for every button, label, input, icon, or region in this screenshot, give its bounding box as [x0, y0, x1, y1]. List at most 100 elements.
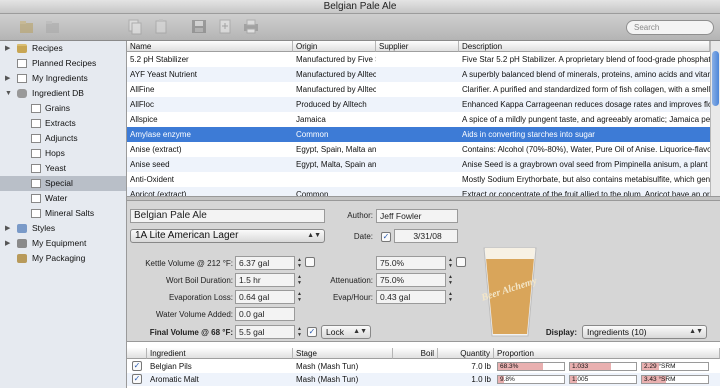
boil-duration-field[interactable]: 1.5 hr: [235, 273, 295, 287]
evap-hour-field[interactable]: 0.43 gal: [376, 290, 446, 304]
style-popup[interactable]: 1A Lite American Lager ▲▼: [130, 229, 325, 243]
table-row-selected[interactable]: Amylase enzyme Common Aids in converting s…: [127, 127, 710, 142]
kettle-volume-stepper[interactable]: ▲ ▼: [296, 257, 303, 269]
table-row[interactable]: Allspice Jamaica A spice of a mildly punge…: [127, 112, 710, 127]
sidebar-item-water[interactable]: Water: [0, 191, 126, 206]
popup-arrows-icon: ▲▼: [353, 328, 367, 335]
scrollbar-thumb[interactable]: [712, 51, 719, 106]
save-icon[interactable]: [190, 18, 208, 35]
boil-duration-stepper[interactable]: ▲ ▼: [296, 274, 303, 286]
date-checkbox[interactable]: ✓: [381, 232, 391, 242]
ingredients-table: Ingredient Stage Boil Quantity Proportio…: [127, 342, 720, 388]
column-header-quantity[interactable]: Quantity: [438, 348, 494, 359]
print-icon[interactable]: [242, 18, 260, 35]
kettle-volume-label: Kettle Volume @ 212 °F:: [145, 259, 233, 268]
column-header-proportion[interactable]: Proportion: [494, 348, 720, 359]
sidebar-item-my-packaging[interactable]: My Packaging: [0, 251, 126, 266]
main-panel: Name Origin Supplier Description 5.2 pH …: [127, 41, 720, 388]
sidebar-item-my-equipment[interactable]: ▶ My Equipment: [0, 236, 126, 251]
kettle-percent-field[interactable]: 75.0%: [376, 256, 446, 270]
display-popup[interactable]: Ingredients (10) ▲▼: [582, 325, 707, 339]
attenuation-stepper[interactable]: ▲ ▼: [447, 274, 454, 286]
equipment-icon: [17, 239, 27, 248]
final-volume-field[interactable]: 5.5 gal: [235, 325, 295, 339]
lock-checkbox[interactable]: ✓: [307, 327, 317, 337]
ingredient-checkbox[interactable]: ✓: [132, 374, 142, 384]
date-label: Date:: [353, 232, 373, 241]
sidebar-item-ingredient-db[interactable]: ▼ Ingredient DB: [0, 86, 126, 101]
column-header-origin[interactable]: Origin: [293, 41, 376, 52]
new-recipe-icon[interactable]: [18, 18, 36, 35]
evap-hour-stepper[interactable]: ▲ ▼: [447, 291, 454, 303]
water-added-label: Water Volume Added:: [155, 310, 233, 319]
color-bar: 3.43 °SRM: [641, 375, 709, 384]
sidebar-item-planned-recipes[interactable]: Planned Recipes: [0, 56, 126, 71]
sidebar-item-special[interactable]: Special: [0, 176, 126, 191]
paste-icon[interactable]: [152, 18, 170, 35]
sidebar-item-my-ingredients[interactable]: ▶ My Ingredients: [0, 71, 126, 86]
date-field[interactable]: 3/31/08: [394, 229, 458, 243]
author-field[interactable]: Jeff Fowler: [376, 209, 458, 223]
lock-popup[interactable]: Lock ▲▼: [321, 325, 371, 339]
evaporation-loss-field[interactable]: 0.64 gal: [235, 290, 295, 304]
table-row[interactable]: AllFine Manufactured by Alltech Clarifier.…: [127, 82, 710, 97]
column-header-stage[interactable]: Stage: [293, 348, 393, 359]
column-header-name[interactable]: Name: [127, 41, 293, 52]
column-header-boil[interactable]: Boil: [393, 348, 438, 359]
sidebar-item-hops[interactable]: Hops: [0, 146, 126, 161]
folder-icon: [17, 44, 27, 53]
ingredient-row[interactable]: ✓ Aromatic Malt Mash (Mash Tun) 1.0 lb 9…: [127, 373, 720, 386]
recipe-name-field[interactable]: Belgian Pale Ale: [130, 209, 325, 223]
attenuation-field[interactable]: 75.0%: [376, 273, 446, 287]
document-icon: [31, 119, 41, 128]
table-row[interactable]: Anti-Oxident Mostly Sodium Erythorbate, b…: [127, 172, 710, 187]
ingredient-row[interactable]: ✓ Belgian Pils Mash (Mash Tun) 7.0 lb 68…: [127, 360, 720, 373]
kettle-volume-field[interactable]: 6.37 gal: [235, 256, 295, 270]
table-row[interactable]: AYF Yeast Nutrient Manufactured by Alltec…: [127, 67, 710, 82]
table-scrollbar[interactable]: [710, 41, 720, 196]
evaporation-loss-stepper[interactable]: ▲ ▼: [296, 291, 303, 303]
disclosure-triangle-icon[interactable]: ▼: [5, 86, 13, 101]
document-icon: [31, 104, 41, 113]
disclosure-triangle-icon[interactable]: ▶: [5, 41, 13, 56]
ingredient-table: Name Origin Supplier Description 5.2 pH …: [127, 41, 710, 196]
column-header-ingredient[interactable]: Ingredient: [147, 348, 293, 359]
color-bar: 2.29 °SRM: [641, 362, 709, 371]
export-icon[interactable]: [216, 18, 234, 35]
sidebar-item-adjuncts[interactable]: Adjuncts: [0, 131, 126, 146]
evap-hour-label: Evap/Hour:: [332, 293, 373, 302]
proportion-bar: 68.3%: [497, 362, 565, 371]
sidebar-item-yeast[interactable]: Yeast: [0, 161, 126, 176]
table-row[interactable]: AllFloc Produced by Alltech Enhanced Kappa…: [127, 97, 710, 112]
column-header-check: [127, 348, 147, 359]
disclosure-triangle-icon[interactable]: ▶: [5, 71, 13, 86]
kettle-volume-checkbox[interactable]: [305, 257, 315, 267]
sidebar-item-extracts[interactable]: Extracts: [0, 116, 126, 131]
kettle-percent-checkbox[interactable]: [456, 257, 466, 267]
sidebar-item-recipes[interactable]: ▶ Recipes: [0, 41, 126, 56]
table-row[interactable]: 5.2 pH StabilizerManufactured by Five St…: [127, 52, 710, 67]
final-volume-stepper[interactable]: ▲ ▼: [296, 326, 303, 338]
sidebar-item-grains[interactable]: Grains: [0, 101, 126, 116]
disclosure-triangle-icon[interactable]: ▶: [5, 236, 13, 251]
water-added-field[interactable]: 0.0 gal: [235, 307, 295, 321]
search-input[interactable]: Search: [626, 20, 714, 35]
kettle-percent-stepper[interactable]: ▲ ▼: [447, 257, 454, 269]
table-row[interactable]: Apricot (extract) Common Extract or concen…: [127, 187, 710, 196]
packaging-icon: [17, 254, 27, 263]
column-header-description[interactable]: Description: [459, 41, 710, 52]
ingredient-checkbox[interactable]: ✓: [132, 361, 142, 371]
sidebar-item-mineral-salts[interactable]: Mineral Salts: [0, 206, 126, 221]
document-icon: [31, 194, 41, 203]
attenuation-label: Attenuation:: [330, 276, 373, 285]
copy-icon[interactable]: [126, 18, 144, 35]
document-icon: [17, 59, 27, 68]
column-header-supplier[interactable]: Supplier: [376, 41, 459, 52]
sidebar-item-styles[interactable]: ▶ Styles: [0, 221, 126, 236]
final-volume-label: Final Volume @ 68 °F:: [149, 328, 233, 337]
table-row[interactable]: Anise seedEgypt, Malta, Spain and ...Ani…: [127, 157, 710, 172]
document-icon: [31, 134, 41, 143]
new-folder-icon[interactable]: [44, 18, 62, 35]
disclosure-triangle-icon[interactable]: ▶: [5, 221, 13, 236]
table-row[interactable]: Anise (extract)Egypt, Spain, Malta and .…: [127, 142, 710, 157]
